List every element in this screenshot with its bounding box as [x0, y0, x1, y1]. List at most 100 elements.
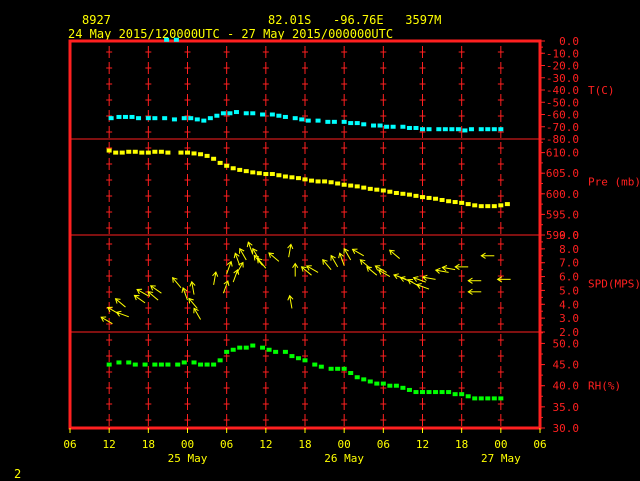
temperature-point — [188, 116, 194, 121]
pressure-point — [504, 202, 510, 207]
temperature-point — [478, 127, 484, 132]
temperature-point — [325, 119, 331, 124]
panel-label-temperature: T(C) — [588, 84, 615, 97]
humidity-point — [250, 343, 256, 348]
humidity-point — [211, 362, 217, 367]
y-tick-label: -60.0 — [546, 109, 579, 122]
pressure-point — [178, 150, 184, 155]
temperature-point — [305, 118, 311, 123]
y-tick-label: 7.0 — [559, 257, 579, 270]
temperature-point — [122, 114, 128, 119]
humidity-point — [282, 349, 288, 354]
y-tick-label: 50.0 — [553, 337, 580, 350]
humidity-point — [158, 362, 164, 367]
pressure-point — [406, 192, 412, 197]
pressure-point — [119, 150, 125, 155]
humidity-point — [116, 360, 122, 365]
humidity-point — [498, 396, 504, 401]
humidity-point — [243, 345, 249, 350]
humidity-point — [446, 390, 452, 395]
pressure-point — [237, 167, 243, 172]
temperature-point — [449, 127, 455, 132]
pressure-point — [309, 178, 315, 183]
y-tick-label: 610.0 — [546, 147, 579, 160]
temperature-point — [455, 127, 461, 132]
pressure-point — [269, 172, 275, 177]
temperature-point — [173, 37, 179, 42]
temperature-point — [227, 111, 233, 116]
pressure-point — [459, 200, 465, 205]
y-tick-label: 45.0 — [553, 359, 580, 372]
temperature-point — [371, 123, 377, 128]
pressure-point — [335, 181, 341, 186]
humidity-point — [341, 366, 347, 371]
temperature-point — [354, 121, 360, 126]
humidity-point — [106, 362, 112, 367]
humidity-point — [361, 377, 367, 382]
y-tick-label: -50.0 — [546, 96, 579, 109]
pressure-point — [204, 153, 210, 158]
x-tick-label: 12 — [259, 438, 272, 451]
x-tick-label: 06 — [377, 438, 390, 451]
temperature-point — [220, 111, 226, 116]
pressure-point — [185, 150, 190, 155]
temperature-point — [162, 116, 168, 121]
temperature-point — [260, 112, 266, 117]
pressure-point — [145, 150, 151, 155]
temperature-point — [145, 116, 151, 121]
pressure-point — [217, 160, 223, 165]
temperature-point — [299, 117, 305, 122]
temperature-point — [194, 117, 200, 122]
pressure-point — [211, 156, 217, 161]
x-tick-label: 00 — [338, 438, 351, 451]
temperature-point — [462, 128, 468, 133]
humidity-point — [478, 396, 484, 401]
pressure-point — [158, 149, 164, 154]
x-tick-label: 12 — [103, 438, 116, 451]
pressure-point — [433, 196, 439, 201]
pressure-point — [113, 150, 119, 155]
temperature-point — [136, 116, 142, 121]
panel-label-wind_speed: SPD(MPS) — [588, 278, 640, 291]
x-tick-label: 18 — [455, 438, 468, 451]
temperature-point — [282, 114, 288, 119]
temperature-point — [348, 121, 354, 126]
y-tick-label: -30.0 — [546, 72, 579, 85]
pressure-point — [367, 186, 373, 191]
temperature-point — [171, 117, 177, 122]
y-tick-label: 600.0 — [546, 188, 579, 201]
pressure-point — [491, 204, 497, 209]
pressure-point — [322, 179, 328, 184]
x-tick-label: 18 — [298, 438, 311, 451]
pressure-point — [106, 148, 112, 153]
y-tick-label: 35.0 — [553, 401, 580, 414]
x-tick-label: 12 — [416, 438, 429, 451]
humidity-point — [335, 366, 341, 371]
pressure-point — [224, 163, 230, 168]
humidity-point — [465, 394, 471, 399]
humidity-point — [217, 358, 223, 363]
y-tick-label: 4.0 — [559, 298, 579, 311]
humidity-point — [289, 354, 295, 359]
temperature-point — [250, 111, 256, 116]
humidity-point — [348, 371, 354, 376]
temperature-point — [181, 116, 187, 121]
pressure-point — [426, 195, 432, 200]
panel-label-pressure: Pre (mb) — [588, 175, 640, 188]
pressure-point — [439, 197, 445, 202]
pressure-point — [165, 150, 171, 155]
temperature-point — [468, 127, 474, 132]
y-tick-label: 40.0 — [553, 380, 580, 393]
y-tick-label: 595.0 — [546, 208, 579, 221]
y-tick-label: 8.0 — [559, 243, 579, 256]
y-tick-label: 0.0 — [559, 35, 579, 48]
temperature-point — [292, 116, 298, 121]
pressure-point — [230, 166, 236, 171]
humidity-point — [142, 362, 148, 367]
humidity-point — [165, 362, 171, 367]
temperature-point — [400, 124, 406, 129]
humidity-point — [367, 379, 373, 384]
pressure-point — [380, 188, 386, 193]
x-date-label: 25 May — [168, 452, 208, 465]
pressure-point — [126, 149, 132, 154]
